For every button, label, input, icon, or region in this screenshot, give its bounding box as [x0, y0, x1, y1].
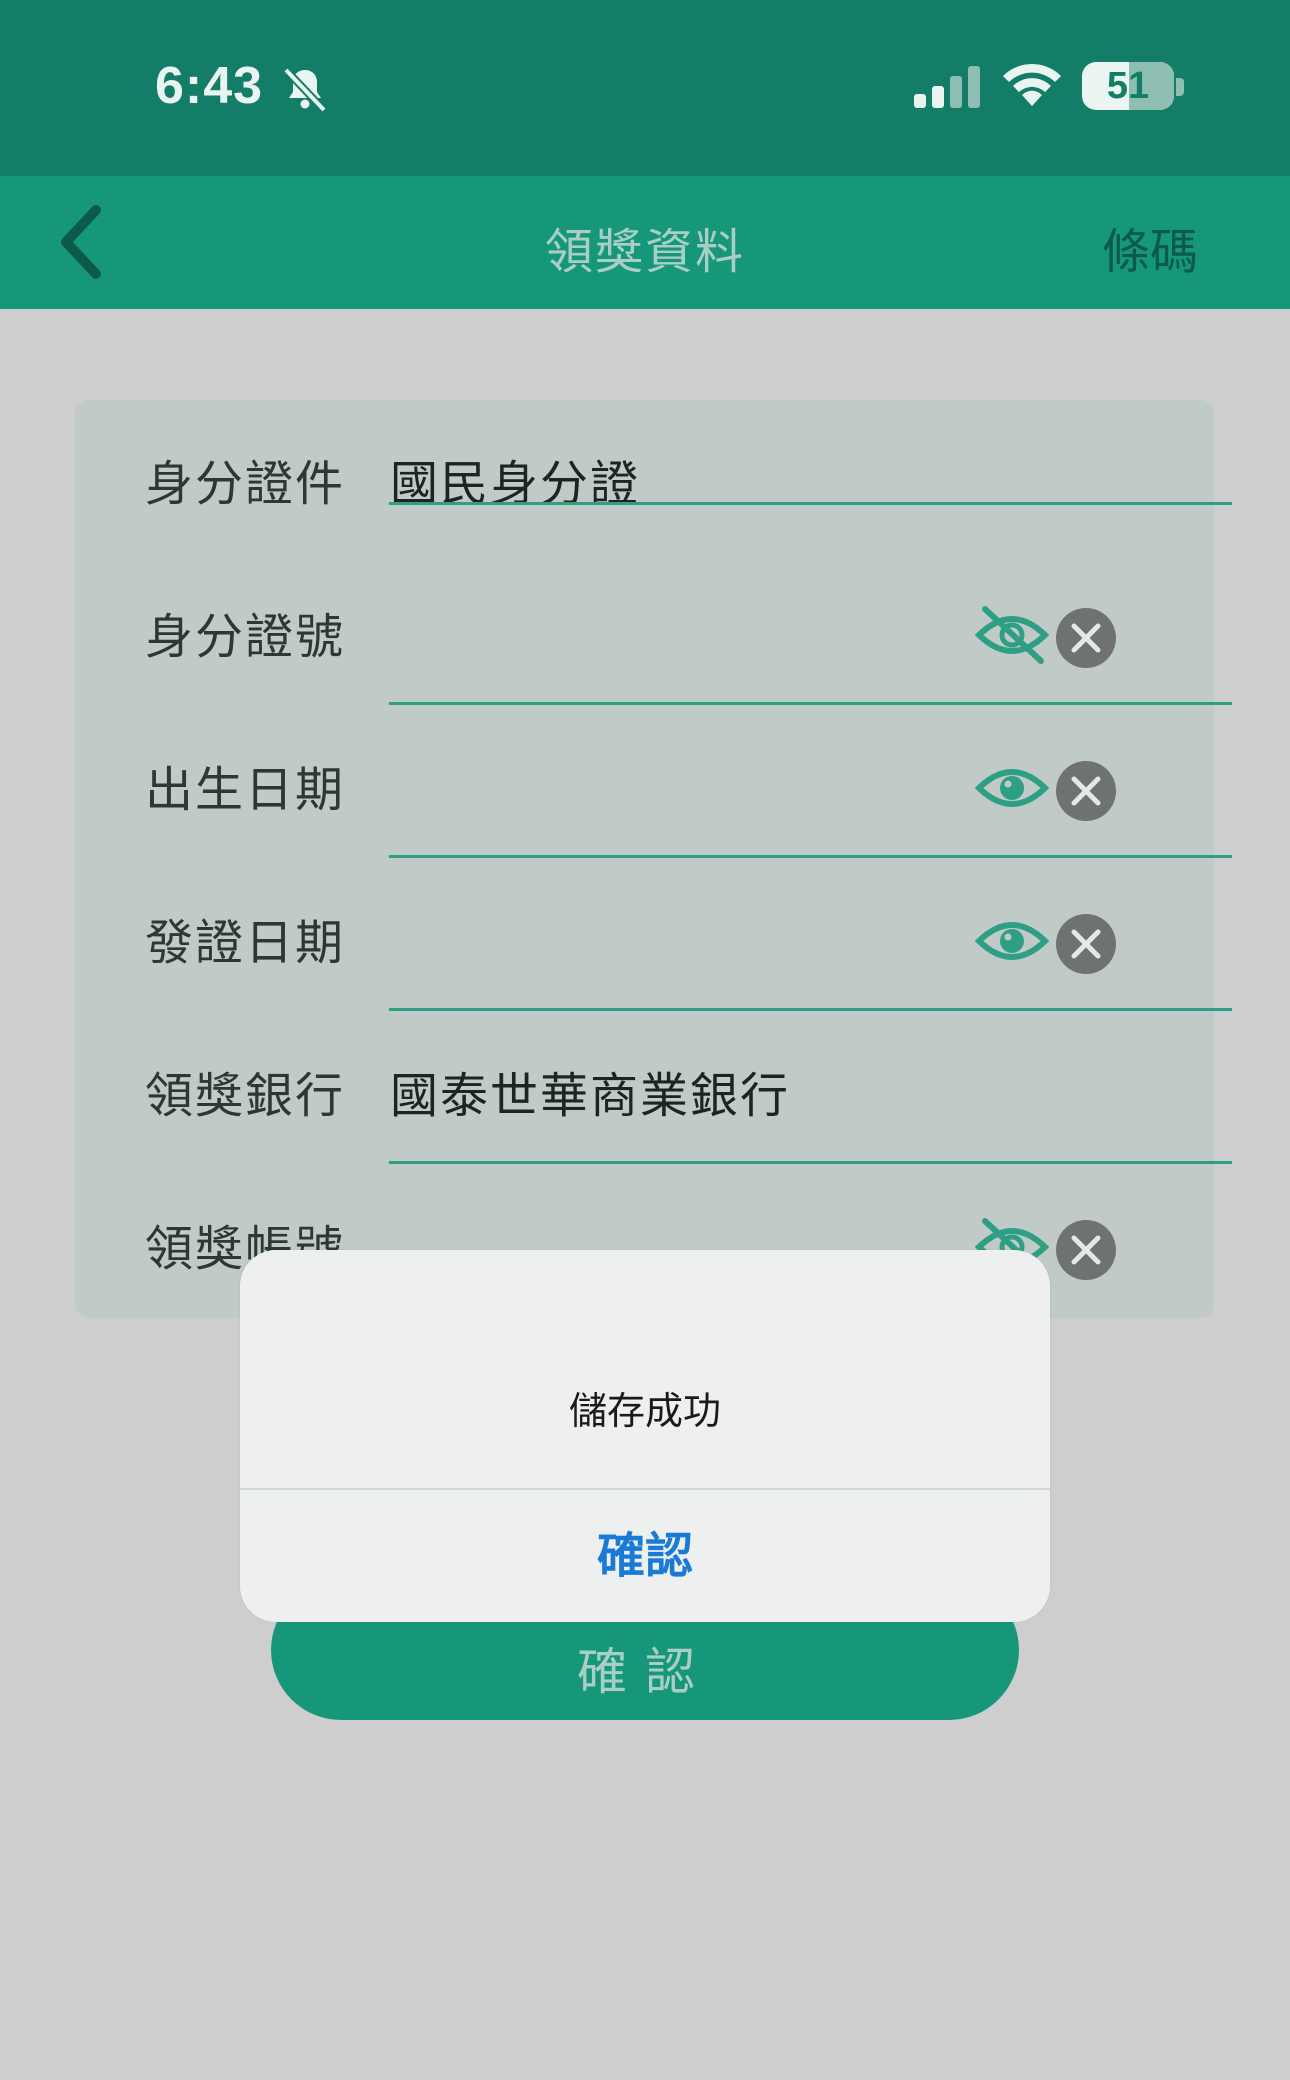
- battery-tip: [1176, 78, 1184, 96]
- form-row-id-number: 身分證號: [75, 553, 1232, 706]
- clear-icon[interactable]: [1055, 1219, 1117, 1281]
- save-success-alert: 儲存成功 確認: [240, 1250, 1050, 1622]
- form-row-id-type: 身分證件 國民身分證: [75, 400, 1232, 553]
- confirm-button-label: 確認: [577, 1643, 713, 1701]
- battery-percent: 51: [1106, 65, 1150, 107]
- row-label: 出生日期: [145, 762, 346, 818]
- wifi-icon: [1003, 63, 1061, 106]
- alert-message: 儲存成功: [568, 1389, 721, 1433]
- row-label: 身分證件: [145, 456, 346, 512]
- clear-icon[interactable]: [1055, 760, 1117, 822]
- row-underline: [389, 502, 1232, 505]
- row-label: 領獎銀行: [145, 1068, 346, 1124]
- clear-icon[interactable]: [1055, 607, 1117, 669]
- form-row-issue-date: 發證日期: [75, 859, 1232, 1012]
- form-row-birth-date: 出生日期: [75, 706, 1232, 859]
- form-row-bank: 領獎銀行 國泰世華商業銀行: [75, 1012, 1232, 1165]
- row-underline: [389, 702, 1232, 705]
- bell-slash-icon: [283, 67, 327, 113]
- row-underline: [389, 855, 1232, 858]
- row-underline: [389, 1008, 1232, 1011]
- status-time: 6:43: [155, 57, 264, 115]
- row-label: 身分證號: [145, 609, 346, 665]
- row-label: 發證日期: [145, 915, 346, 971]
- eye-icon[interactable]: [975, 758, 1049, 818]
- eye-icon[interactable]: [975, 911, 1049, 971]
- battery-indicator: 51: [1082, 62, 1174, 110]
- status-bar: 6:43 51: [0, 0, 1290, 176]
- bank-select[interactable]: 國泰世華商業銀行: [390, 1056, 790, 1126]
- prize-info-form: 身分證件 國民身分證 身分證號 出生日期 發證日期 領獎銀行 國泰世華商業銀行 …: [75, 400, 1232, 1318]
- cellular-signal-icon: [914, 66, 980, 108]
- alert-confirm-button[interactable]: 確認: [240, 1490, 1050, 1622]
- nav-bar: 領獎資料 條碼: [0, 176, 1290, 309]
- page-title: 領獎資料: [544, 224, 745, 280]
- barcode-button[interactable]: 條碼: [1102, 212, 1198, 282]
- clear-icon[interactable]: [1055, 913, 1117, 975]
- row-underline: [389, 1161, 1232, 1164]
- eye-slash-icon[interactable]: [975, 605, 1049, 665]
